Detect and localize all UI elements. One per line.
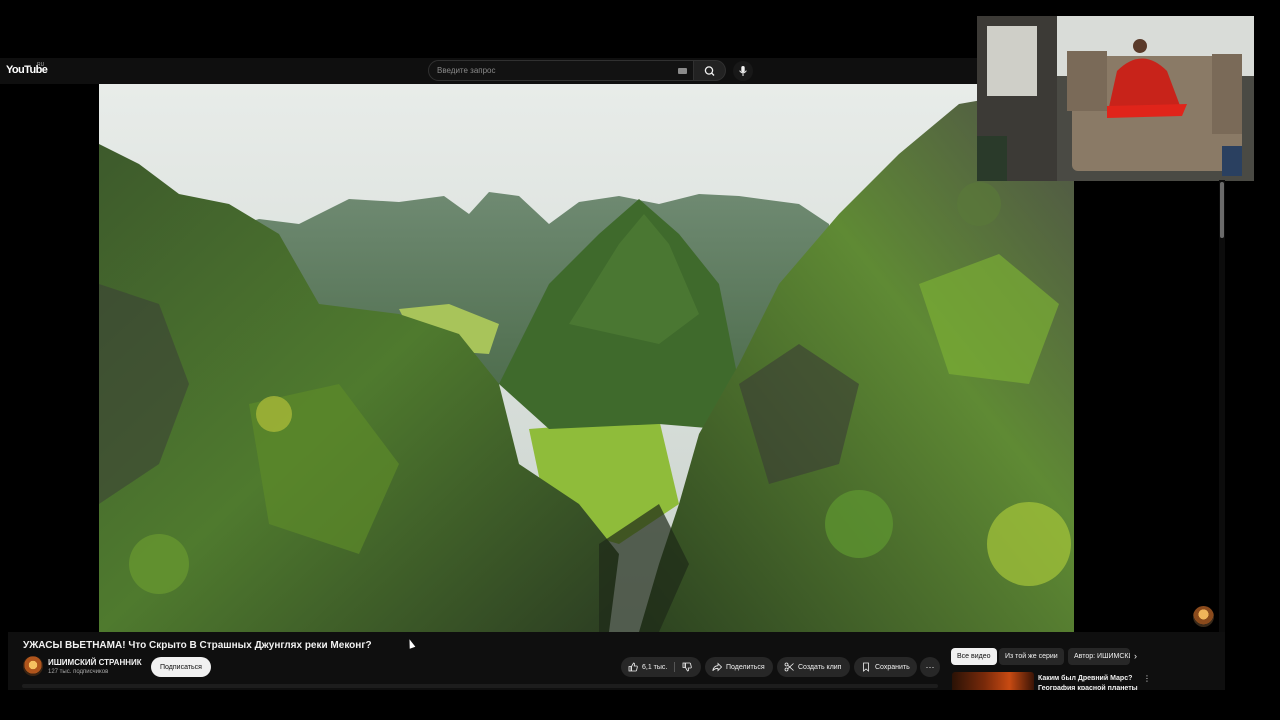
dislike-button[interactable] [682, 662, 696, 674]
share-button[interactable]: Поделиться [705, 657, 773, 677]
video-title: УЖАСЫ ВЬЕТНАМА! Что Скрыто В Страшных Дж… [23, 640, 372, 651]
bookmark-icon [863, 662, 869, 672]
search-button[interactable] [694, 60, 726, 81]
recommendation-thumbnail[interactable] [952, 672, 1034, 690]
channel-avatar[interactable] [23, 656, 43, 676]
subscriber-count: 127 тыс. подписчиков [48, 669, 109, 675]
recommendation-more-icon[interactable]: ⋮ [1143, 674, 1151, 683]
search-icon [704, 66, 715, 76]
recommendation-title[interactable]: Каким был Древний Марс? География красно… [1038, 674, 1138, 690]
channel-name[interactable]: ИШИМСКИЙ СТРАННИК [48, 658, 142, 667]
like-dislike-group: 6,1 тыс. [621, 657, 701, 677]
voice-search-button[interactable] [733, 61, 753, 81]
thumbs-up-icon [628, 662, 638, 672]
video-player[interactable] [99, 84, 1074, 632]
thumbs-down-icon [682, 662, 692, 672]
floating-channel-avatar[interactable] [1193, 606, 1214, 627]
search-input[interactable]: Введите запрос [428, 60, 694, 81]
keyboard-icon[interactable] [678, 68, 687, 74]
microphone-icon [739, 66, 747, 76]
like-count: 6,1 тыс. [642, 663, 668, 671]
description-box-edge[interactable] [22, 684, 938, 688]
more-actions-button[interactable]: ··· [920, 657, 940, 677]
search-placeholder: Введите запрос [437, 66, 496, 75]
create-clip-button[interactable]: Создать клип [777, 657, 850, 677]
logo-country-code: RU [37, 62, 45, 68]
clip-label: Создать клип [798, 663, 842, 671]
webcam-room-image [977, 16, 1254, 181]
share-label: Поделиться [726, 663, 765, 671]
subscribe-button[interactable]: Подписаться [151, 657, 211, 677]
page-scrollbar[interactable] [1219, 180, 1225, 690]
scrollbar-thumb[interactable] [1220, 182, 1224, 238]
chip-all-videos[interactable]: Все видео [951, 648, 997, 665]
like-button[interactable]: 6,1 тыс. [628, 662, 667, 672]
save-label: Сохранить [875, 663, 910, 671]
webcam-overlay [977, 16, 1254, 181]
save-button[interactable]: Сохранить [854, 657, 917, 677]
video-frame-karst-landscape [99, 84, 1074, 632]
chips-next-chevron-icon[interactable]: › [1134, 651, 1137, 661]
chip-same-series[interactable]: Из той же серии [999, 648, 1064, 665]
like-divider [674, 662, 675, 672]
chip-author[interactable]: Автор: ИШИМСКИЙ СТРАННИК [1068, 648, 1130, 665]
masthead: YouTube RU Введите запрос [0, 58, 980, 84]
scissors-icon [784, 662, 794, 672]
share-arrow-icon [712, 662, 722, 672]
